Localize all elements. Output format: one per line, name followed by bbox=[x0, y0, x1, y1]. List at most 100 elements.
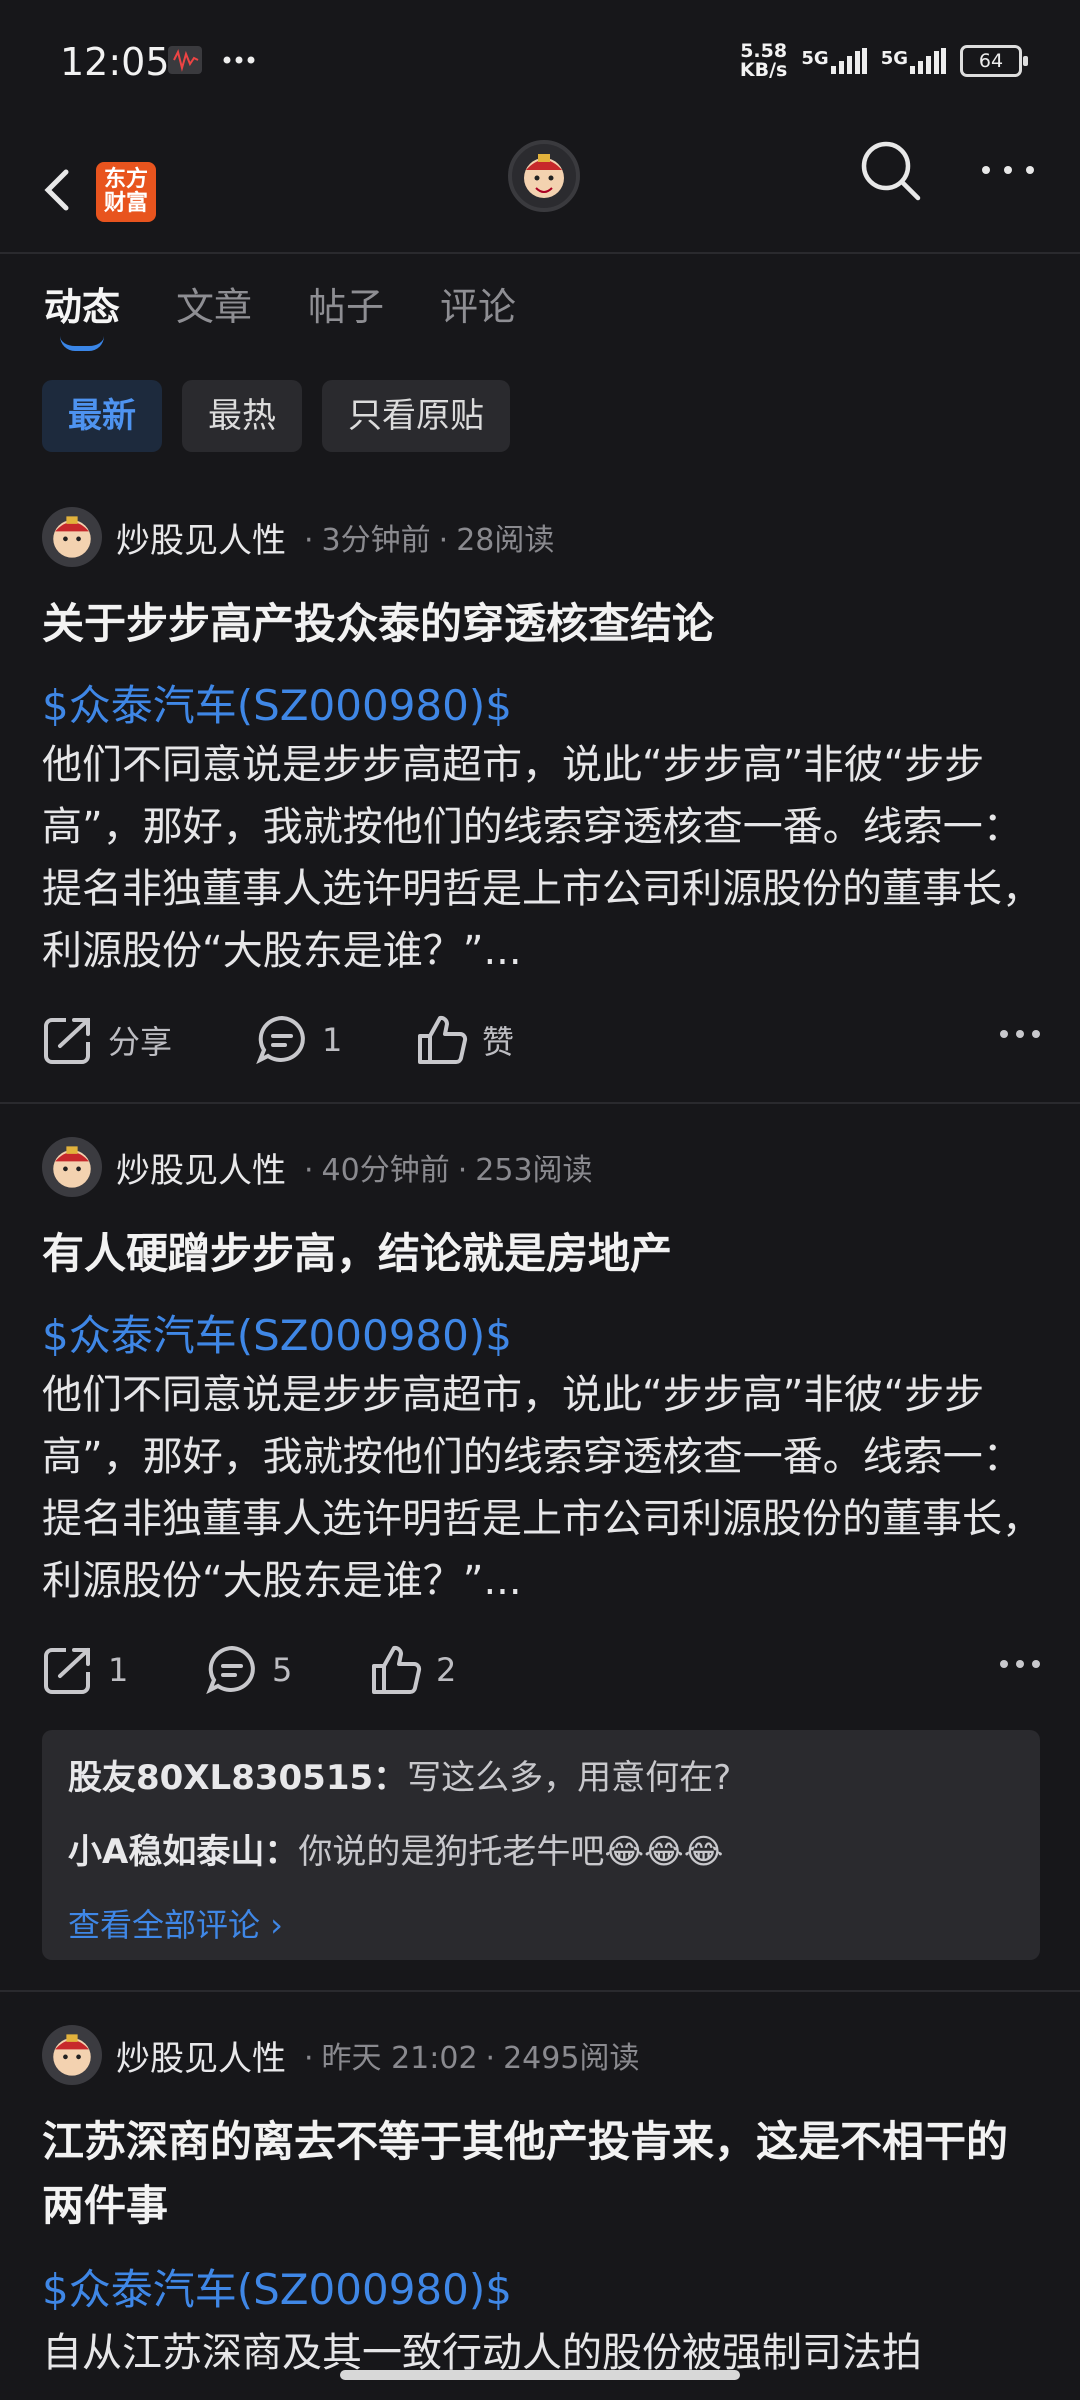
like-count: 2 bbox=[436, 1651, 457, 1689]
comment-text: 你说的是狗托老牛吧😂😂😂 bbox=[298, 1832, 724, 1872]
author-name[interactable]: 炒股见人性 bbox=[116, 2031, 286, 2080]
comment-text: 写这么多，用意何在? bbox=[407, 1758, 732, 1798]
post-reads: 253阅读 bbox=[475, 1153, 593, 1188]
filter-original-only[interactable]: 只看原贴 bbox=[322, 380, 510, 452]
post-meta: · 3分钟前 · 28阅读 bbox=[304, 523, 555, 558]
more-horizontal-icon[interactable] bbox=[998, 1024, 1042, 1044]
author-avatar[interactable] bbox=[42, 507, 102, 567]
tab-label: 评论 bbox=[440, 285, 517, 329]
post-header: 炒股见人性 · 3分钟前 · 28阅读 bbox=[42, 506, 554, 568]
view-all-comments-link[interactable]: 查看全部评论 › bbox=[68, 1900, 283, 1946]
post-reads: 28阅读 bbox=[456, 523, 555, 558]
thumbs-up-icon bbox=[372, 1645, 422, 1694]
caishen-avatar-icon bbox=[53, 2034, 91, 2076]
post-reads: 2495阅读 bbox=[503, 2041, 640, 2076]
home-indicator[interactable] bbox=[340, 2370, 740, 2380]
share-button[interactable]: 1 bbox=[42, 1644, 128, 1696]
post-meta: · 40分钟前 · 253阅读 bbox=[304, 1153, 593, 1188]
battery-icon: 64 bbox=[960, 45, 1028, 77]
more-horizontal-icon bbox=[982, 166, 1034, 174]
commenter-name[interactable]: 股友80XL830515： bbox=[68, 1758, 407, 1798]
more-notifications-icon bbox=[223, 56, 255, 64]
status-bar: 12:05 5.58 KB/s 5G 5G 64 bbox=[0, 0, 1080, 130]
stock-tag[interactable]: $众泰汽车(SZ000980)$ bbox=[42, 1302, 512, 1363]
post-title[interactable]: 有人硬蹭步步高，结论就是房地产 bbox=[42, 1222, 1042, 1286]
status-right: 5.58 KB/s 5G 5G 64 bbox=[740, 42, 1028, 80]
top-nav: 东方 财富 bbox=[0, 130, 1080, 254]
share-label: 分享 bbox=[108, 1023, 173, 1061]
post-time: 40分钟前 bbox=[321, 1153, 450, 1188]
comment-preview-item[interactable]: 小A稳如泰山：你说的是狗托老牛吧😂😂😂 bbox=[68, 1824, 724, 1873]
comment-button[interactable]: 1 bbox=[256, 1014, 342, 1066]
author-avatar[interactable] bbox=[42, 2025, 102, 2085]
comment-icon bbox=[206, 1645, 255, 1695]
comment-button[interactable]: 5 bbox=[206, 1644, 292, 1696]
sound-wave-icon bbox=[168, 46, 202, 74]
comment-count: 5 bbox=[272, 1651, 293, 1689]
post-divider bbox=[0, 1102, 1080, 1104]
tab-dynamics[interactable]: 动态 bbox=[44, 276, 121, 351]
network-speed: 5.58 KB/s bbox=[740, 42, 787, 80]
post-divider bbox=[0, 1990, 1080, 1992]
signal-2: 5G bbox=[881, 48, 946, 74]
tab-posts[interactable]: 帖子 bbox=[308, 276, 384, 331]
post-title[interactable]: 关于步步高产投众泰的穿透核查结论 bbox=[42, 592, 1042, 656]
post-body[interactable]: 他们不同意说是步步高超市，说此“步步高”非彼“步步高”，那好，我就按他们的线索穿… bbox=[42, 734, 1042, 982]
more-options-button[interactable] bbox=[978, 150, 1038, 190]
chevron-left-icon bbox=[44, 169, 69, 211]
author-avatar[interactable] bbox=[42, 1137, 102, 1197]
more-horizontal-icon[interactable] bbox=[998, 1654, 1042, 1674]
network-type-2: 5G bbox=[880, 48, 908, 69]
back-button[interactable] bbox=[36, 152, 92, 228]
share-count: 1 bbox=[108, 1651, 129, 1689]
like-button[interactable]: 赞 bbox=[416, 1014, 514, 1066]
post-actions: 1 5 2 bbox=[42, 1644, 1042, 1704]
profile-avatar[interactable] bbox=[508, 140, 580, 212]
tab-label: 帖子 bbox=[308, 285, 385, 329]
post-time: 昨天 21:02 bbox=[321, 2041, 478, 2076]
post-header: 炒股见人性 · 40分钟前 · 253阅读 bbox=[42, 1136, 593, 1198]
search-icon bbox=[861, 141, 921, 201]
signal-bars-icon bbox=[830, 48, 867, 74]
tab-label: 动态 bbox=[44, 285, 121, 329]
like-button[interactable]: 2 bbox=[370, 1644, 456, 1696]
search-button[interactable] bbox=[858, 138, 924, 204]
share-icon bbox=[44, 1018, 90, 1064]
commenter-name[interactable]: 小A稳如泰山： bbox=[68, 1832, 298, 1872]
post-header: 炒股见人性 · 昨天 21:02 · 2495阅读 bbox=[42, 2024, 639, 2086]
caishen-avatar-icon bbox=[53, 516, 91, 558]
post-meta: · 昨天 21:02 · 2495阅读 bbox=[304, 2041, 640, 2076]
status-time: 12:05 bbox=[60, 40, 170, 84]
thumbs-up-icon bbox=[418, 1015, 468, 1064]
comment-preview-box[interactable]: 股友80XL830515：写这么多，用意何在? 小A稳如泰山：你说的是狗托老牛吧… bbox=[42, 1730, 1040, 1960]
active-tab-indicator bbox=[60, 336, 104, 351]
share-icon bbox=[44, 1648, 90, 1694]
author-name[interactable]: 炒股见人性 bbox=[116, 513, 286, 562]
signal-bars-icon bbox=[910, 48, 946, 74]
comment-icon bbox=[256, 1015, 305, 1065]
caishen-avatar-icon bbox=[524, 154, 564, 198]
stock-tag[interactable]: $众泰汽车(SZ000980)$ bbox=[42, 672, 512, 733]
post-body[interactable]: 他们不同意说是步步高超市，说此“步步高”非彼“步步高”，那好，我就按他们的线索穿… bbox=[42, 1364, 1042, 1612]
tab-comments[interactable]: 评论 bbox=[440, 276, 516, 331]
comment-preview-item[interactable]: 股友80XL830515：写这么多，用意何在? bbox=[68, 1750, 731, 1799]
author-name[interactable]: 炒股见人性 bbox=[116, 1143, 286, 1192]
network-speed-unit: KB/s bbox=[739, 59, 788, 81]
notification-icons bbox=[168, 44, 256, 76]
stock-tag[interactable]: $众泰汽车(SZ000980)$ bbox=[42, 2256, 512, 2317]
filter-bar: 最新 最热 只看原贴 bbox=[42, 380, 510, 452]
comment-count: 1 bbox=[322, 1021, 343, 1059]
tab-articles[interactable]: 文章 bbox=[176, 276, 252, 331]
filter-latest[interactable]: 最新 bbox=[42, 380, 162, 452]
profile-tabs: 动态 文章 帖子 评论 bbox=[44, 276, 572, 351]
post-actions: 分享 1 赞 bbox=[42, 1014, 1042, 1074]
logo-text-line2: 财富 bbox=[103, 191, 148, 216]
post-time: 3分钟前 bbox=[321, 523, 431, 558]
share-button[interactable]: 分享 bbox=[42, 1014, 172, 1066]
tab-label: 文章 bbox=[176, 285, 253, 329]
app-logo[interactable]: 东方 财富 bbox=[96, 162, 156, 222]
filter-hottest[interactable]: 最热 bbox=[182, 380, 302, 452]
logo-text-line1: 东方 bbox=[103, 167, 148, 192]
caishen-avatar-icon bbox=[53, 1146, 91, 1188]
post-title[interactable]: 江苏深商的离去不等于其他产投肯来，这是不相干的两件事 bbox=[42, 2110, 1042, 2238]
